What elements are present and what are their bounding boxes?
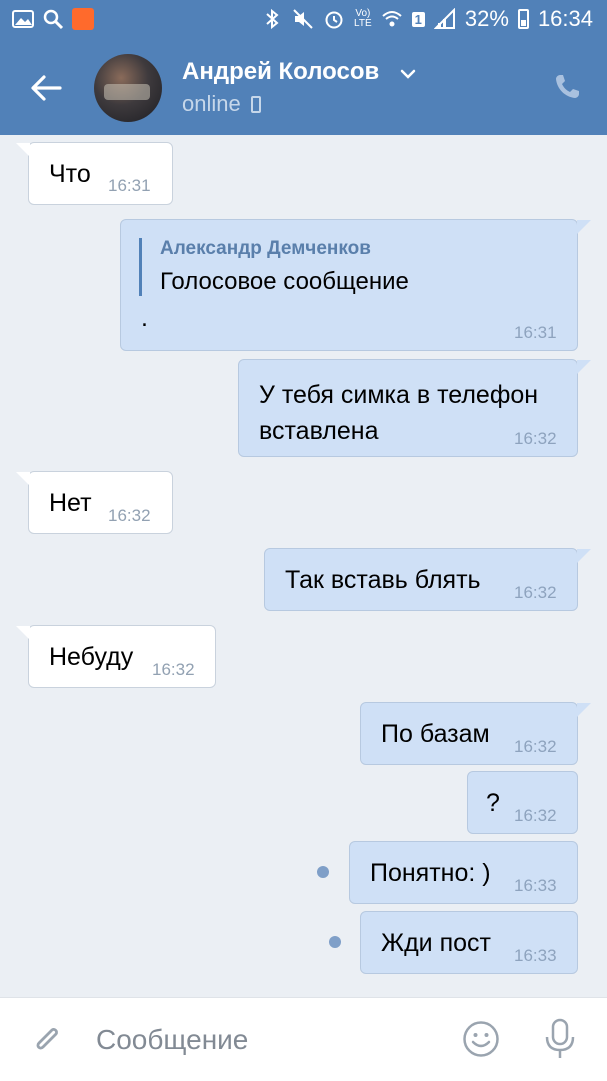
status-text: online [182, 91, 241, 116]
bubble-tail [577, 360, 591, 374]
message-text: Небуду [49, 643, 134, 671]
volte-icon: Vo) LTE [354, 8, 372, 29]
message-incoming[interactable]: Небуду 16:32 [28, 625, 216, 688]
clock: 16:34 [537, 6, 593, 31]
message-time: 16:33 [514, 946, 557, 965]
message-text: Нет [49, 489, 92, 517]
message-time: 16:32 [514, 737, 557, 756]
message-time: 16:32 [152, 660, 195, 679]
message-outgoing[interactable]: Жди пост 16:33 [360, 911, 578, 974]
battery-icon [517, 9, 529, 29]
message-outgoing[interactable]: Так вставь блять 16:32 [264, 548, 578, 611]
message-text: Понятно: ) [370, 859, 491, 887]
message-line: вставлена [259, 417, 379, 445]
bluetooth-icon [266, 8, 279, 30]
mobile-device-icon [250, 95, 261, 113]
message-text: Так вставь блять [285, 566, 481, 594]
app-icon [72, 8, 94, 30]
message-outgoing[interactable]: У тебя симка в телефон вставлена 16:32 [238, 359, 578, 457]
status-bar: Vo) LTE 1 32% 16:34 [0, 0, 607, 40]
message-composer [0, 997, 607, 1081]
message-incoming[interactable]: Нет 16:32 [28, 471, 173, 534]
message-time: 16:32 [514, 806, 557, 825]
bubble-tail [577, 549, 591, 563]
message-time: 16:33 [514, 876, 557, 895]
chevron-down-icon[interactable] [399, 65, 417, 83]
top-bar: Vo) LTE 1 32% 16:34 Андрей Колосов online [0, 0, 607, 135]
message-time: 16:31 [514, 323, 557, 342]
message-outgoing[interactable]: ? 16:32 [467, 771, 578, 834]
reply-quote[interactable]: Александр Демченков Голосовое сообщение [139, 238, 409, 296]
back-arrow-icon[interactable] [28, 70, 64, 106]
message-outgoing[interactable]: Понятно: ) 16:33 [349, 841, 578, 904]
paperclip-icon[interactable] [30, 1022, 66, 1058]
message-time: 16:32 [514, 583, 557, 602]
microphone-icon[interactable] [542, 1018, 578, 1060]
contact-name[interactable]: Андрей Колосов [182, 58, 379, 86]
bubble-tail [577, 220, 591, 234]
bubble-tail [16, 626, 30, 640]
gallery-icon [12, 10, 34, 28]
bubble-tail [16, 143, 30, 157]
battery-percent: 32% [464, 6, 509, 31]
mute-icon [293, 9, 313, 29]
unread-indicator [317, 866, 329, 878]
search-icon [43, 9, 64, 30]
message-text: Жди пост [381, 929, 491, 957]
message-line: У тебя симка в телефон [259, 381, 539, 409]
sim-slot-badge: 1 [411, 11, 425, 27]
message-list[interactable]: Что 16:31 Александр Демченков Голосовое … [0, 135, 607, 997]
message-text: У тебя симка в телефон вставлена [259, 377, 538, 449]
unread-indicator [329, 936, 341, 948]
message-text: ? [486, 789, 500, 817]
reply-author: Александр Демченков [160, 238, 371, 259]
signal-icon [433, 8, 455, 29]
message-text: Что [49, 160, 91, 188]
phone-icon[interactable] [552, 72, 582, 102]
message-text: По базам [381, 720, 490, 748]
message-time: 16:31 [108, 176, 151, 195]
message-time: 16:32 [514, 429, 557, 448]
emoji-icon[interactable] [462, 1020, 500, 1058]
reply-text: Голосовое сообщение [160, 268, 409, 295]
avatar[interactable] [94, 54, 162, 122]
message-outgoing[interactable]: По базам 16:32 [360, 702, 578, 765]
message-time: 16:32 [108, 506, 151, 525]
bubble-tail [577, 703, 591, 717]
message-text: . [141, 304, 148, 332]
wifi-icon [381, 11, 402, 27]
message-outgoing[interactable]: Александр Демченков Голосовое сообщение … [120, 219, 578, 351]
message-incoming[interactable]: Что 16:31 [28, 142, 173, 205]
alarm-icon [325, 11, 343, 29]
message-input[interactable] [96, 1020, 426, 1060]
contact-status: online [182, 91, 261, 117]
bubble-tail [16, 472, 30, 486]
